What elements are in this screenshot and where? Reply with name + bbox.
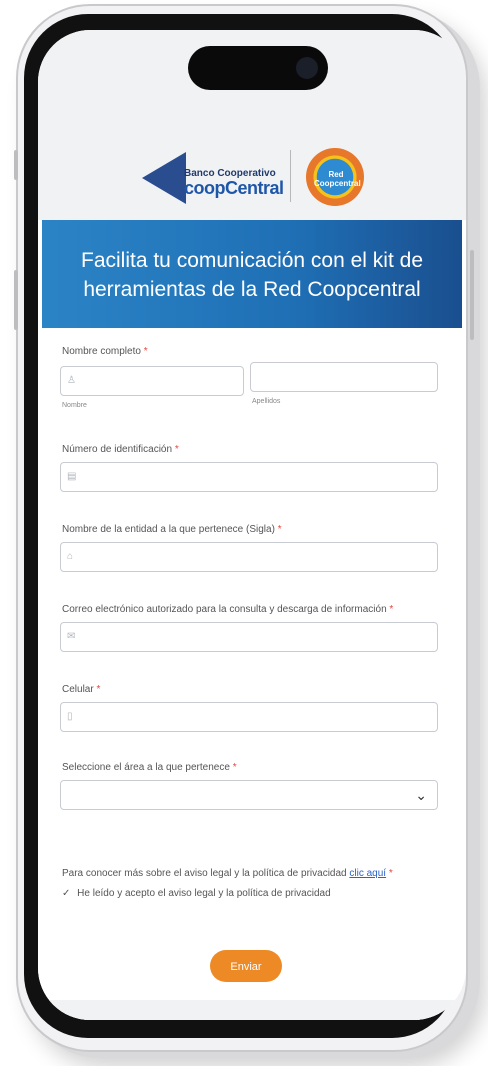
id-label: Número de identificación *	[62, 444, 179, 455]
logo-divider	[290, 150, 291, 202]
id-number-field[interactable]: ▤	[60, 462, 438, 492]
area-select[interactable]: ⌄	[60, 780, 438, 810]
email-field[interactable]: ✉	[60, 622, 438, 652]
chevron-down-icon: ⌄	[415, 787, 427, 803]
privacy-text: Para conocer más sobre el aviso legal y …	[62, 868, 347, 879]
tag-icon: ⌂	[67, 551, 74, 562]
email-label-text: Correo electrónico autorizado para la co…	[62, 604, 387, 615]
checkmark-icon: ✓	[62, 888, 71, 899]
mail-icon: ✉	[67, 631, 76, 642]
camera-icon	[296, 57, 318, 79]
badge-text: Red Coopcentral	[314, 170, 361, 188]
phone-icon: ▯	[67, 711, 73, 722]
privacy-link[interactable]: clic aquí	[349, 868, 386, 879]
area-label-text: Seleccione el área a la que pertenece	[62, 762, 230, 773]
required-mark: *	[143, 346, 148, 357]
first-name-sublabel: Nombre	[62, 402, 87, 409]
required-mark: *	[174, 444, 179, 455]
id-card-icon: ▤	[67, 471, 77, 482]
entity-label: Nombre de la entidad a la que pertenece …	[62, 524, 282, 535]
phone-volume-button	[14, 270, 18, 330]
full-name-label: Nombre completo *	[62, 346, 148, 357]
registration-form: Nombre completo * ♙ Nombre Apellidos Núm…	[38, 328, 466, 1020]
required-mark: *	[388, 868, 393, 879]
phone-label: Celular *	[62, 684, 100, 695]
required-mark: *	[389, 604, 394, 615]
consent-checkbox[interactable]: ✓ He leído y acepto el aviso legal y la …	[62, 888, 331, 899]
email-label: Correo electrónico autorizado para la co…	[62, 604, 393, 615]
required-mark: *	[232, 762, 237, 773]
phone-side-button	[14, 150, 18, 180]
id-label-text: Número de identificación	[62, 444, 173, 455]
last-name-field[interactable]	[250, 362, 438, 392]
banner-title: Facilita tu comunicación con el kit de h…	[81, 249, 423, 301]
required-mark: *	[96, 684, 101, 695]
first-name-field[interactable]: ♙	[60, 366, 244, 396]
entity-field[interactable]: ⌂	[60, 542, 438, 572]
phone-field[interactable]: ▯	[60, 702, 438, 732]
logo-header: Banco Cooperativo coopCentral Red Coopce…	[38, 120, 466, 220]
user-icon: ♙	[67, 375, 76, 386]
entity-label-text: Nombre de la entidad a la que pertenece …	[62, 524, 275, 535]
submit-button[interactable]: Enviar	[210, 950, 282, 982]
required-mark: *	[277, 524, 282, 535]
bank-logo-icon	[142, 152, 186, 204]
phone-screen: Banco Cooperativo coopCentral Red Coopce…	[38, 30, 466, 1020]
dynamic-island	[188, 46, 328, 90]
footer-strip	[38, 1000, 466, 1020]
consent-text: He leído y acepto el aviso legal y la po…	[77, 888, 331, 899]
area-label: Seleccione el área a la que pertenece *	[62, 762, 237, 773]
last-name-sublabel: Apellidos	[252, 398, 281, 405]
hero-banner: Facilita tu comunicación con el kit de h…	[42, 220, 462, 328]
bank-name-line2: coopCentral	[184, 178, 284, 198]
phone-label-text: Celular	[62, 684, 94, 695]
phone-power-button	[470, 250, 474, 340]
full-name-label-text: Nombre completo	[62, 346, 141, 357]
privacy-notice: Para conocer más sobre el aviso legal y …	[62, 868, 393, 879]
